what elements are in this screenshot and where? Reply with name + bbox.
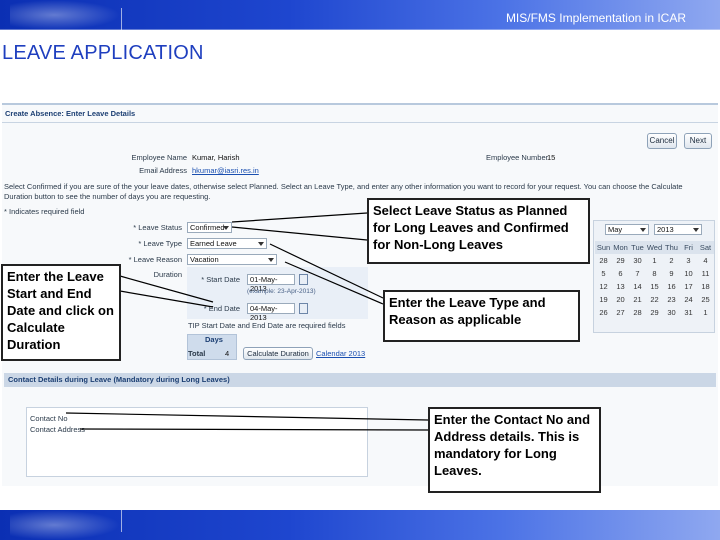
banner-glow [10, 510, 120, 540]
leader-status-a [231, 212, 368, 223]
callout-dates: Enter the Leave Start and End Date and c… [1, 264, 121, 361]
leader-contact-a [65, 412, 429, 421]
banner-divider [121, 510, 122, 532]
callout-leave-status: Select Leave Status as Planned for Long … [367, 198, 590, 264]
leader-contact-b [79, 428, 429, 431]
leader-type-b [284, 261, 384, 305]
callout-leave-type: Enter the Leave Type and Reason as appli… [383, 290, 580, 342]
leader-status-b [231, 226, 368, 241]
leader-dates-a [119, 275, 214, 303]
footer-banner [0, 510, 720, 540]
leader-dates-b [119, 290, 214, 308]
callout-contact: Enter the Contact No and Address details… [428, 407, 601, 493]
